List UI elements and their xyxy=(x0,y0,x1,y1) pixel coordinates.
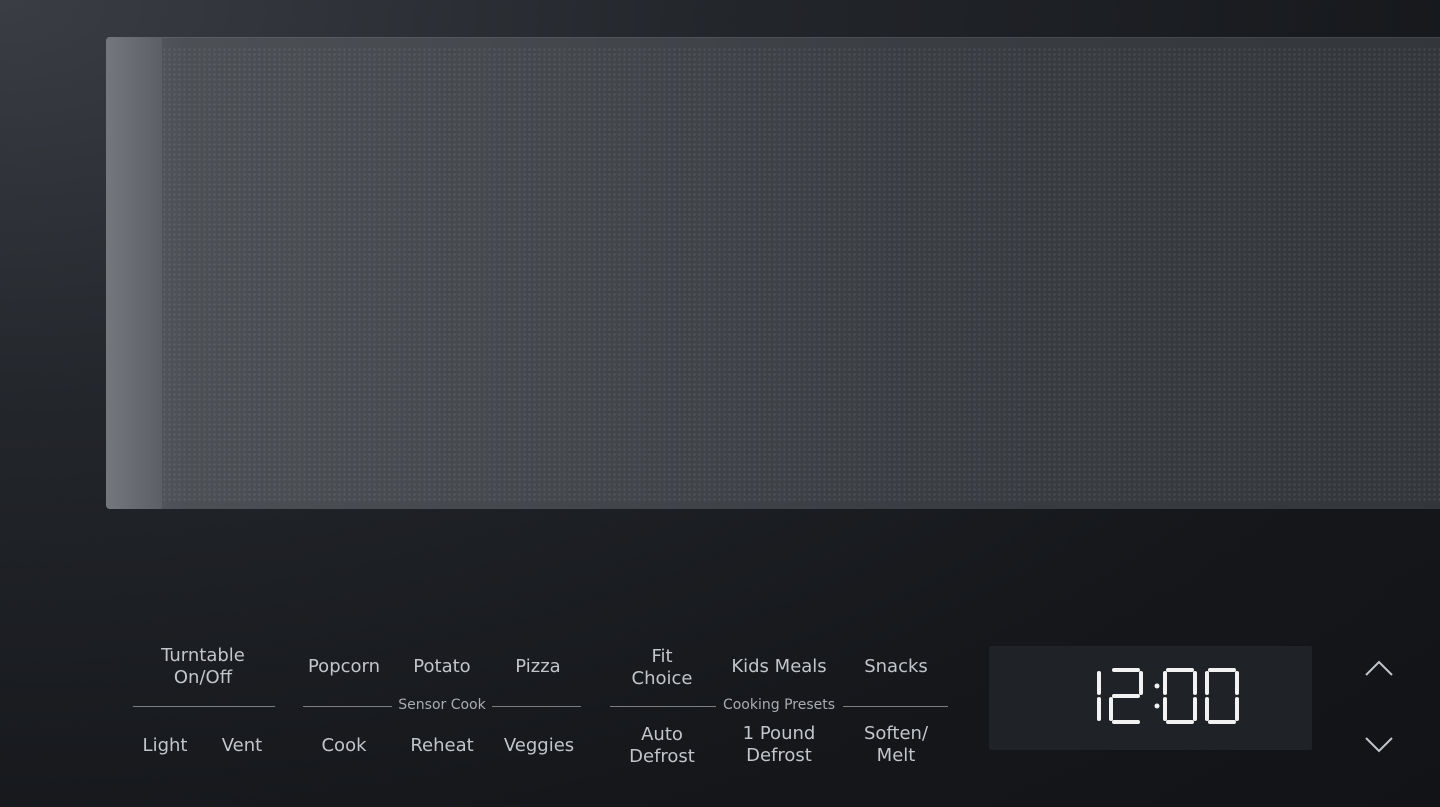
chevron-up-icon[interactable] xyxy=(1364,656,1394,682)
light-label: Light xyxy=(142,735,188,756)
reheat-label: Reheat xyxy=(410,735,474,756)
display-digit xyxy=(1205,668,1239,724)
cook-label: Cook xyxy=(321,735,367,756)
vent-button[interactable]: Vent xyxy=(222,735,262,757)
microwave-window xyxy=(106,37,1440,509)
sensor-cook-label: Sensor Cook xyxy=(398,697,486,713)
one-pound-defrost-label: 1 Pound Defrost xyxy=(742,723,816,766)
cooking-presets-rule-right xyxy=(843,706,948,707)
popcorn-button[interactable]: Popcorn xyxy=(308,656,380,678)
one-pound-defrost-button[interactable]: 1 Pound Defrost xyxy=(743,723,816,767)
turntable-button[interactable]: Turntable On/Off xyxy=(161,645,245,689)
display-digit xyxy=(1109,668,1143,724)
potato-button[interactable]: Potato xyxy=(413,656,470,678)
window-edge xyxy=(106,37,162,509)
popcorn-label: Popcorn xyxy=(307,656,381,677)
cooking-presets-label: Cooking Presets xyxy=(722,697,836,713)
time-display xyxy=(989,646,1312,750)
display-colon xyxy=(1154,683,1160,709)
reheat-button[interactable]: Reheat xyxy=(410,735,473,757)
sensor-cook-rule-right xyxy=(492,706,581,707)
fit-choice-button[interactable]: Fit Choice xyxy=(632,646,693,690)
vent-label: Vent xyxy=(221,735,263,756)
pizza-button[interactable]: Pizza xyxy=(515,656,560,678)
seven-segment-readout xyxy=(1097,668,1239,724)
auto-defrost-button[interactable]: Auto Defrost xyxy=(629,724,695,768)
veggies-button[interactable]: Veggies xyxy=(504,735,574,757)
snacks-button[interactable]: Snacks xyxy=(864,656,928,678)
kids-meals-label: Kids Meals xyxy=(731,656,827,677)
soften-melt-label: Soften/ Melt xyxy=(863,723,929,766)
display-digit xyxy=(1163,668,1197,724)
chevron-down-icon[interactable] xyxy=(1364,734,1394,760)
soften-melt-button[interactable]: Soften/ Melt xyxy=(864,723,928,767)
kids-meals-button[interactable]: Kids Meals xyxy=(731,656,826,678)
fit-choice-label: Fit Choice xyxy=(631,646,693,689)
sensor-cook-rule-left xyxy=(303,706,392,707)
pizza-label: Pizza xyxy=(515,656,561,677)
snacks-label: Snacks xyxy=(864,656,928,677)
cooking-presets-rule-left xyxy=(610,706,716,707)
window-mesh xyxy=(162,47,1440,503)
cook-button[interactable]: Cook xyxy=(321,735,366,757)
auto-defrost-label: Auto Defrost xyxy=(629,724,695,767)
turntable-label: Turntable On/Off xyxy=(161,645,245,688)
veggies-label: Veggies xyxy=(503,735,575,756)
light-button[interactable]: Light xyxy=(143,735,188,757)
left-group-rule xyxy=(133,706,275,707)
potato-label: Potato xyxy=(413,656,471,677)
